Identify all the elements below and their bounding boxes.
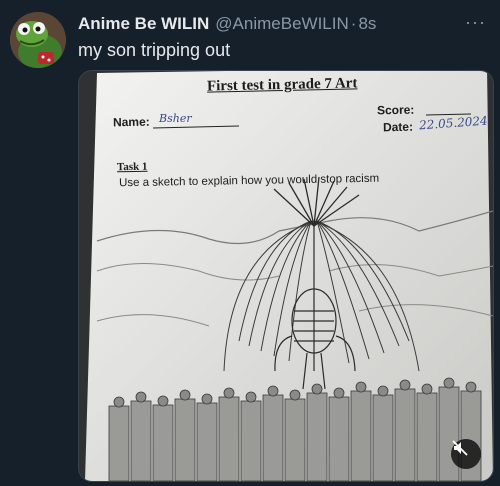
task-label: Task 1: [116, 160, 148, 174]
frog-avatar-image: [10, 12, 66, 68]
tweet-header: Anime Be WILIN @AnimeBeWILIN · 8s: [78, 14, 490, 36]
score-label: Score:: [376, 102, 415, 118]
separator-dot: ·: [350, 14, 357, 33]
user-handle[interactable]: @AnimeBeWILIN: [215, 14, 348, 34]
date-label: Date:: [382, 119, 414, 135]
timestamp[interactable]: 8s: [358, 14, 376, 34]
tweet-media[interactable]: First test in grade 7 Art Score: Date: 2…: [78, 70, 494, 482]
more-icon[interactable]: ···: [465, 12, 486, 33]
tweet-text: my son tripping out: [78, 40, 231, 60]
name-label: Name:: [112, 114, 150, 130]
name-value: Bsher: [159, 112, 192, 125]
mute-button[interactable]: [451, 439, 481, 469]
avatar[interactable]: [10, 12, 66, 68]
sheet-title: First test in grade 7 Art: [206, 75, 358, 95]
photo-of-drawing: [79, 71, 493, 481]
muted-speaker-icon: [452, 440, 468, 456]
display-name[interactable]: Anime Be WILIN: [78, 14, 209, 34]
